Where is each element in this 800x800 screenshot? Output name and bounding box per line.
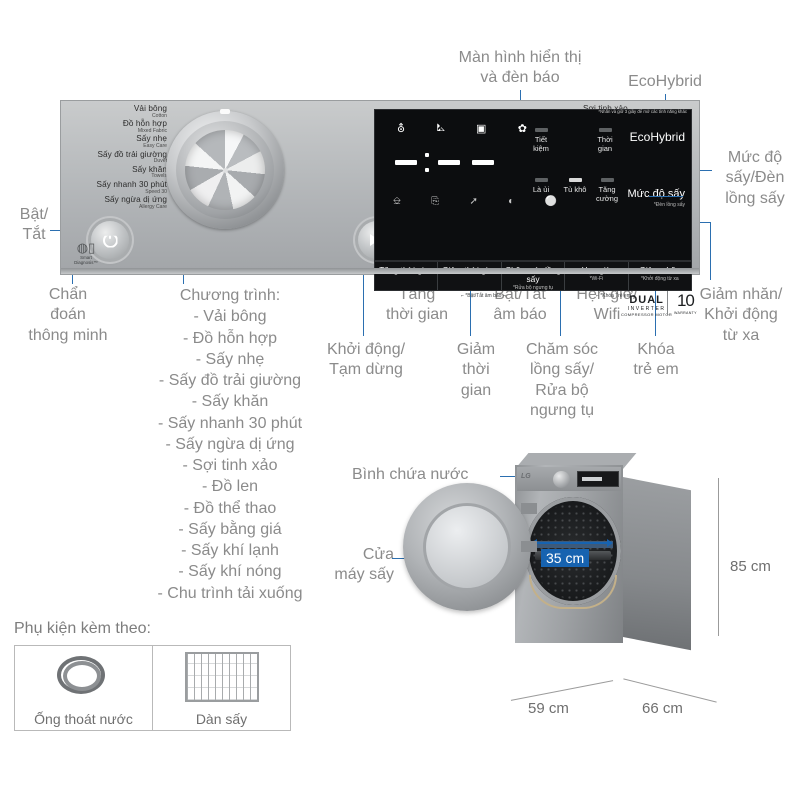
dimension-height: 85 cm (730, 558, 771, 575)
lamp-indicator (568, 178, 582, 182)
dual-inverter-logo: DUAL INVERTER COMPRESSOR MOTOR (621, 294, 673, 317)
eco-hybrid-label: EcoHybrid (629, 130, 685, 144)
digit-3 (468, 140, 498, 184)
lg-logo: LG (521, 473, 531, 480)
colon-separator (425, 140, 430, 184)
annotation-chan-doan: Chẩn đoán thông minh (28, 286, 108, 344)
program-easy-care: Sấy nhẹ Easy Care (136, 134, 167, 150)
accessory-drying-rack: Dàn sấy (152, 646, 290, 730)
display-module: *Nhấn và giữ 3 giây để mở các tính năng … (374, 109, 692, 261)
lamp-indicator (600, 178, 614, 182)
mini-display (577, 471, 619, 487)
drum-depth-badge: 35 cm (541, 549, 590, 567)
dimline-depth (623, 678, 717, 703)
dial-hub (222, 167, 228, 173)
filter-icon: ⎘ (431, 196, 440, 207)
tube-clean-icon: ➚ (469, 196, 478, 207)
annotation-muc-do-say: Mức độ sấy/Đèn lồng sấy (725, 149, 785, 207)
leader-giamnhan-v (710, 222, 711, 280)
smart-diagnosis-area[interactable]: ◍▯ Smart Diagnosis™ (73, 241, 99, 265)
button-tang-thoi-gian[interactable]: Tăng thời gian (375, 262, 437, 290)
lamp-tu-kho: Tủ khô (557, 178, 593, 195)
annotation-eco-hybrid: EcoHybrid (628, 73, 702, 90)
smart-diagnosis-label: Smart Diagnosis™ (74, 255, 98, 266)
iron-icon: ⛡ (436, 122, 445, 134)
accessories-box: Ống thoát nước Dàn sấy (14, 645, 291, 731)
annotation-giam-nhan: Giảm nhăn/ Khởi động từ xa (699, 286, 783, 344)
lamp-tang-cuong: Tăng cường (589, 178, 625, 204)
annotation-cham-soc: Chăm sóc lồng sấy/ Rửa bộ ngưng tụ (525, 341, 599, 420)
program-allergy-care: Sấy ngừa dị ứng Allergy Care (104, 195, 167, 210)
door-hinge-top (521, 503, 537, 514)
door-glass (423, 503, 511, 591)
drum-care-icon: ⎒ (393, 196, 401, 207)
dimension-width: 59 cm (528, 700, 569, 717)
drying-rack-icon (184, 652, 259, 702)
page-root: Màn hình hiển thị và đèn báo EcoHybrid M… (0, 0, 800, 800)
muc-do-say-sublabel: *Đèn lồng sấy (653, 202, 685, 208)
shirt-icon: ⛢ (397, 123, 406, 135)
dryer-product-photo: LG 35 cm (395, 453, 695, 655)
button-giam-thoi-gian[interactable]: Giảm thời gian (437, 262, 500, 290)
power-icon (102, 235, 118, 248)
button-giam-nhan[interactable]: Giảm nhăn *Khởi động từ xa (627, 262, 691, 290)
note-bat-tat-am-bao: ⌐ *Bật/Tắt âm báo ¬ (461, 293, 506, 299)
annotation-khoa-tre-em: Khóa trẻ em (633, 341, 679, 379)
dimline-width (510, 680, 614, 701)
lamp-tiet-kiem: Tiết kiệm (523, 128, 559, 154)
digit-1 (391, 140, 421, 184)
dimension-depth: 66 cm (642, 700, 683, 717)
annotation-khoi-dong: Khởi động/ Tạm dừng (326, 341, 406, 379)
button-cham-soc-long-say[interactable]: Chăm sóc lồng sấy *Rửa bộ ngưng tụ (500, 262, 564, 291)
accessory-drain-hose: Ống thoát nước (15, 646, 152, 730)
annotation-giam-thoi-gian: Giảm thời gian (456, 341, 496, 399)
program-cotton: Vải bông Cotton (133, 104, 167, 119)
touch-button-strip[interactable]: Tăng thời gian Giảm thời gian Chăm sóc l… (374, 261, 692, 291)
lamp-la-ui: Là ủi (523, 178, 559, 195)
annotation-display-and-lamp: Màn hình hiển thị và đèn báo (458, 49, 582, 87)
button-hen-gio[interactable]: Hẹn giờ *Wi-Fi (564, 262, 627, 290)
program-duvet: Sấy đồ trải giường Duvet (97, 149, 167, 165)
program-list-left: Vải bông Cotton Đồ hỗn hợp Mixed Fabric … (67, 104, 167, 211)
program-selector-dial[interactable] (166, 109, 284, 229)
lamp-indicator (598, 128, 612, 132)
seven-segment-display (391, 140, 498, 184)
control-panel[interactable]: Vải bông Cotton Đồ hỗn hợp Mixed Fabric … (60, 100, 700, 317)
annotation-chuong-trinh: Chương trình: - Vải bông - Đồ hỗn hợp - … (157, 287, 303, 602)
program-towels: Sấy khăn Towels (132, 164, 167, 180)
muc-do-say-label: Mức độ sấy (627, 188, 686, 200)
top-status-icons: ⛢ ⛡ ▣ ✿ (397, 122, 527, 136)
muc-do-say-strike (649, 196, 683, 197)
dimline-height (718, 478, 719, 636)
basket-icon: ▣ (476, 123, 487, 135)
display-hold-note: *Nhấn và giữ 3 giây để mở các tính năng … (598, 109, 687, 114)
warranty-logo: 10 WARRANTY (667, 291, 697, 315)
annotation-tang-thoi-gian: Tăng thời gian (385, 286, 449, 324)
wifi-icon: ◐ (508, 196, 515, 207)
door-hinge-bottom (521, 541, 537, 552)
accessories-title: Phụ kiện kèm theo: (14, 620, 151, 637)
annotation-cua-may-say: Cửa máy sấy (334, 546, 394, 584)
program-speed-30: Sấy nhanh 30 phút Speed 30 (96, 180, 167, 195)
drum-depth-arrow (531, 539, 613, 547)
dial-position-marker (220, 109, 230, 114)
lamp-thoi-gian: Thời gian (587, 128, 623, 154)
lamp-indicator (534, 128, 548, 132)
dryer-door[interactable] (403, 483, 531, 611)
mini-dial (553, 471, 570, 488)
annotation-bat-tat: Bật/ Tắt (19, 206, 49, 244)
cabinet-side (623, 477, 691, 651)
drain-hose-icon (53, 652, 115, 702)
lamp-indicator (534, 178, 548, 182)
child-lock-icon: ⚪ (544, 196, 557, 207)
program-mixed-fabric: Đồ hỗn hợp Mixed Fabric (122, 119, 167, 134)
bottom-status-icons: ⎒ ⎘ ➚ ◐ ⚪ (393, 196, 557, 207)
smart-diagnosis-icon: ◍▯ (76, 240, 96, 255)
digit-2 (434, 140, 464, 184)
